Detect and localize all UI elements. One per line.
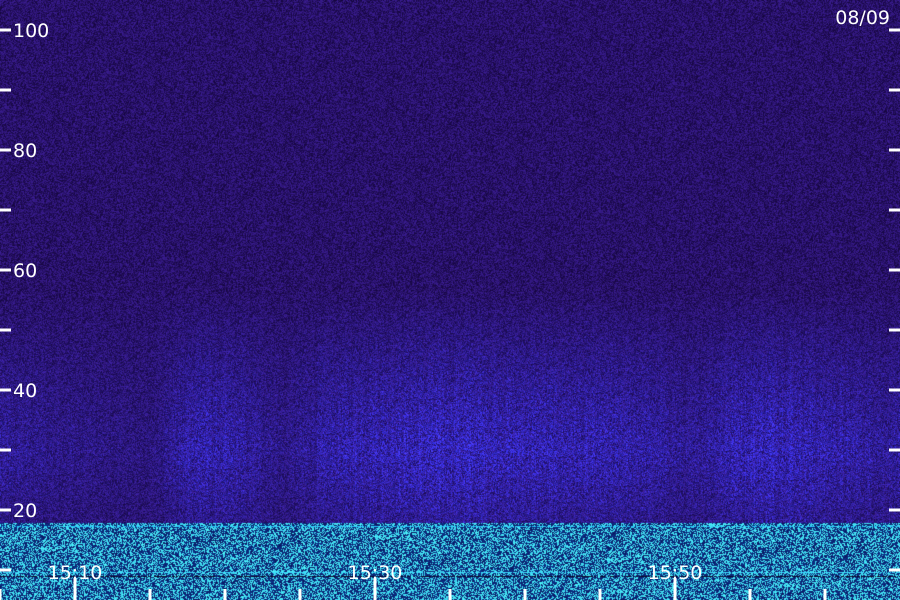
y-tick-minor-left [0, 448, 11, 452]
y-tick-minor-right [889, 568, 900, 572]
y-tick-major-right [889, 268, 900, 272]
y-tick-major-left [0, 148, 11, 152]
y-tick-major-left [0, 508, 11, 512]
x-tick-label: 15:10 [48, 562, 103, 584]
date-label: 08/09 [835, 7, 890, 29]
y-tick-minor-right [889, 448, 900, 452]
spectrogram-chart: 20 40 60 80 100 15:10 15:30 15:50 08/09 [0, 0, 900, 600]
x-tick-minor [448, 589, 452, 600]
y-tick-major-left [0, 28, 11, 32]
y-tick-minor-right [889, 328, 900, 332]
x-tick-label: 15:30 [348, 562, 403, 584]
y-tick-major-right [889, 148, 900, 152]
y-tick-label: 40 [13, 380, 37, 402]
y-tick-minor-left [0, 568, 11, 572]
y-tick-major-right [889, 28, 900, 32]
y-tick-label: 80 [13, 140, 37, 162]
x-tick-minor [598, 589, 602, 600]
y-tick-label: 60 [13, 260, 37, 282]
x-tick-minor [0, 589, 2, 600]
y-tick-major-left [0, 268, 11, 272]
y-tick-minor-right [889, 88, 900, 92]
y-tick-major-right [889, 388, 900, 392]
y-tick-label: 100 [13, 20, 49, 42]
y-tick-minor-left [0, 208, 11, 212]
x-tick-minor [148, 589, 152, 600]
y-tick-label: 20 [13, 500, 37, 522]
x-tick-minor [823, 589, 827, 600]
y-tick-minor-right [889, 208, 900, 212]
spectrogram-raster [0, 0, 900, 600]
x-tick-label: 15:50 [648, 562, 703, 584]
y-tick-major-right [889, 508, 900, 512]
y-tick-minor-left [0, 328, 11, 332]
x-tick-minor [523, 589, 527, 600]
y-tick-major-left [0, 388, 11, 392]
y-tick-minor-left [0, 88, 11, 92]
x-tick-minor [298, 589, 302, 600]
x-tick-minor [223, 589, 227, 600]
x-tick-minor [748, 589, 752, 600]
